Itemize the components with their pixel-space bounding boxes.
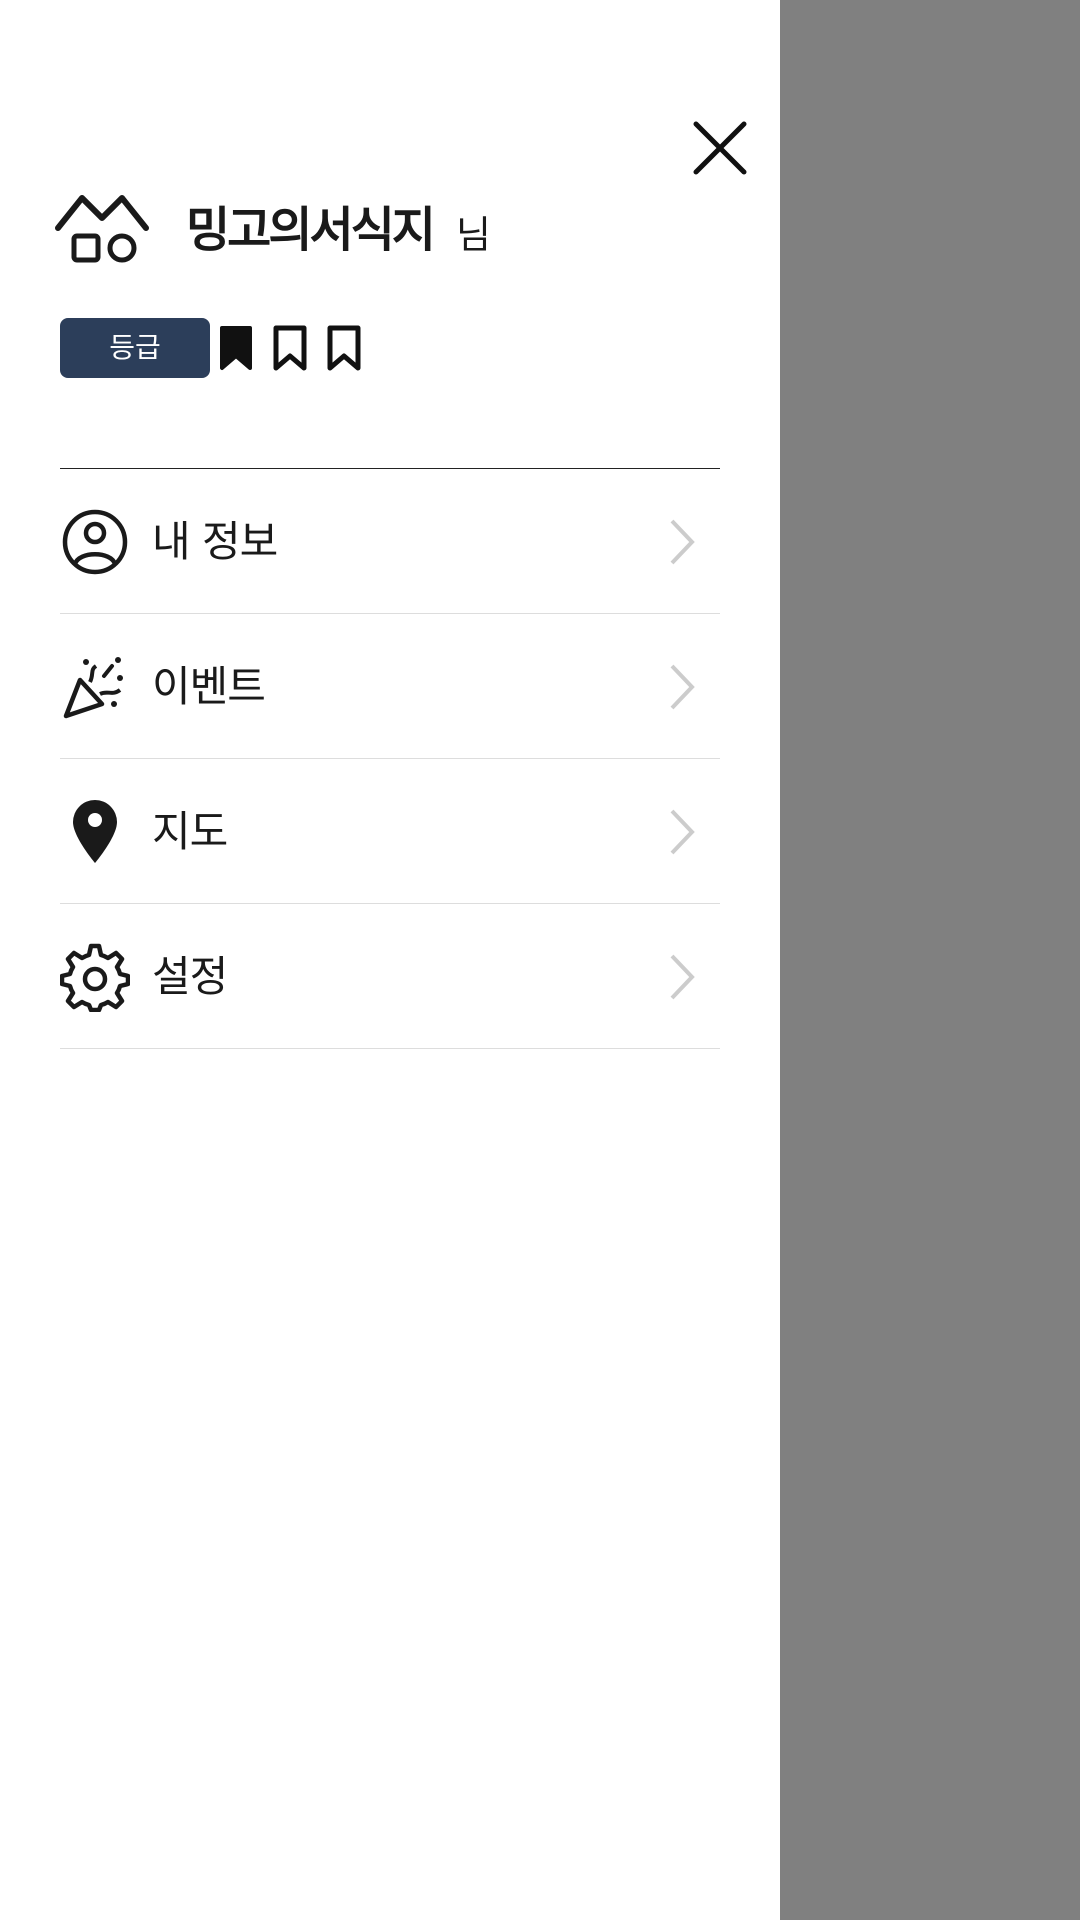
user-suffix: 님 bbox=[456, 213, 491, 257]
map-pin-icon bbox=[60, 797, 130, 867]
menu-item-label: 설정 bbox=[152, 952, 228, 1001]
user-circle-icon bbox=[60, 507, 130, 577]
party-popper-icon bbox=[60, 652, 130, 722]
close-button[interactable] bbox=[690, 118, 750, 178]
close-icon bbox=[693, 121, 747, 175]
menu-item-label: 이벤트 bbox=[152, 662, 266, 711]
logo-icon bbox=[52, 188, 156, 268]
menu-item-my-info[interactable]: 내 정보 bbox=[60, 469, 720, 614]
chevron-right-icon bbox=[664, 517, 700, 567]
bookmark-outline-icon bbox=[324, 324, 364, 372]
backdrop-overlay[interactable] bbox=[780, 0, 1080, 1920]
menu-item-label: 내 정보 bbox=[152, 517, 278, 566]
user-name: 밍고의서식지 bbox=[186, 202, 436, 258]
side-drawer: 밍고의서식지 님 등급 내 정보 이벤트 지도 설정 bbox=[0, 0, 780, 1920]
grade-badge: 등급 bbox=[60, 318, 210, 378]
chevron-right-icon bbox=[664, 662, 700, 712]
menu-item-label: 지도 bbox=[152, 807, 228, 856]
bookmark-filled-icon bbox=[216, 324, 256, 372]
menu-item-map[interactable]: 지도 bbox=[60, 759, 720, 904]
chevron-right-icon bbox=[664, 807, 700, 857]
menu-item-event[interactable]: 이벤트 bbox=[60, 614, 720, 759]
menu-list: 내 정보 이벤트 지도 설정 bbox=[60, 469, 720, 1049]
menu-item-settings[interactable]: 설정 bbox=[60, 904, 720, 1049]
bookmark-outline-icon bbox=[270, 324, 310, 372]
gear-icon bbox=[60, 942, 130, 1012]
chevron-right-icon bbox=[664, 952, 700, 1002]
